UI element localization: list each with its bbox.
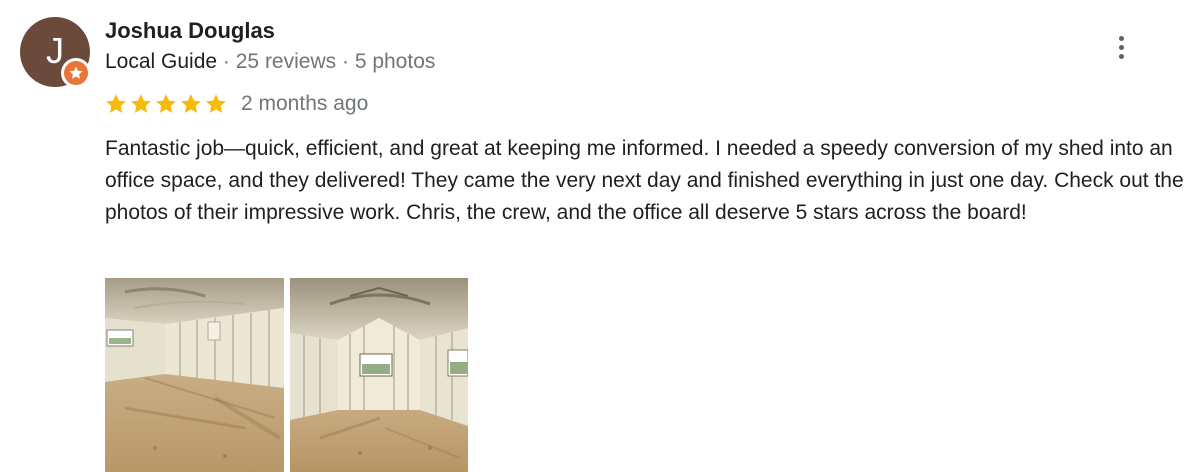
star-icon	[181, 94, 201, 113]
star-icon	[206, 94, 226, 113]
shed-interior-photo	[290, 278, 468, 472]
meta-separator: ·	[336, 50, 355, 73]
local-guide-label: Local Guide	[105, 50, 218, 73]
photos-count: 5 photos	[354, 50, 436, 73]
star-rating	[104, 92, 229, 116]
reviewer-meta: Local Guide · 25 reviews · 5 photos	[105, 48, 435, 76]
local-guide-star-icon	[69, 66, 83, 79]
review-photo-1[interactable]	[105, 278, 284, 472]
reviewer-name[interactable]: Joshua Douglas	[105, 17, 275, 45]
more-vert-icon	[1118, 35, 1124, 41]
local-guide-badge	[61, 58, 91, 88]
reviews-count: 25 reviews	[235, 50, 337, 73]
star-icon	[156, 94, 176, 113]
review-time: 2 months ago	[241, 92, 369, 115]
review-card: J Joshua Douglas Local Guide · 25 review…	[0, 0, 1200, 472]
review-text: Fantastic job—quick, efficient, and grea…	[105, 137, 1184, 224]
rating-row: 2 months ago	[104, 90, 368, 118]
review-photo-2[interactable]	[290, 278, 468, 472]
shed-interior-photo	[105, 278, 284, 472]
meta-separator: ·	[217, 50, 236, 73]
more-options-button[interactable]	[1106, 30, 1136, 64]
avatar-letter: J	[46, 30, 64, 71]
star-icon	[131, 94, 151, 113]
star-icon	[106, 94, 126, 113]
